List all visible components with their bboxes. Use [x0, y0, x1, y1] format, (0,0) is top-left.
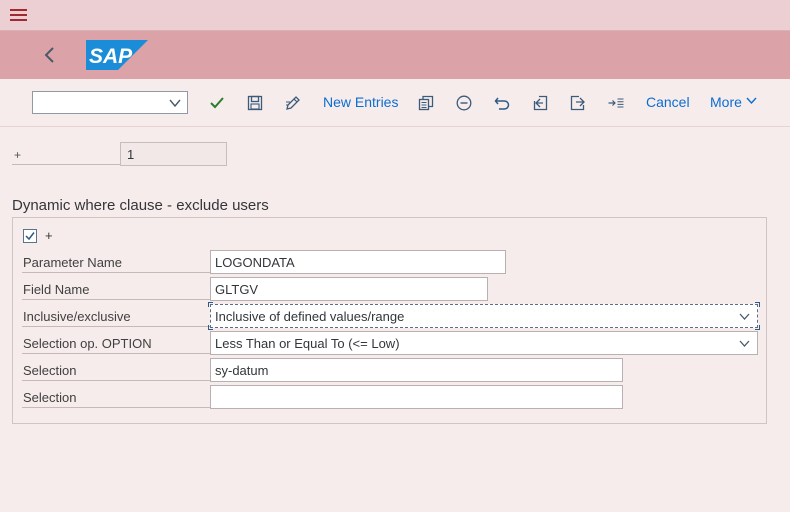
- focus-corner: [755, 325, 760, 330]
- focus-corner: [755, 302, 760, 307]
- app-header: SAP: [0, 31, 790, 79]
- checkbox[interactable]: [23, 229, 37, 243]
- next-icon[interactable]: [569, 93, 587, 113]
- selection-low-input[interactable]: sy-datum: [210, 358, 623, 382]
- selection-low-label: Selection: [22, 359, 210, 381]
- selection-option-value: Less Than or Equal To (<= Low): [215, 336, 400, 351]
- chevron-down-icon: [738, 310, 751, 326]
- shell-bar: [0, 0, 790, 31]
- checkbox-label: +: [45, 228, 53, 243]
- focus-corner: [208, 302, 213, 307]
- focus-corner: [208, 325, 213, 330]
- save-icon[interactable]: [246, 93, 264, 113]
- parameter-name-label: Parameter Name: [22, 251, 210, 273]
- section-title: Dynamic where clause - exclude users: [12, 197, 269, 214]
- command-field-dropdown[interactable]: [32, 91, 188, 114]
- undo-icon[interactable]: [493, 93, 511, 113]
- field-name-input[interactable]: GLTGV: [210, 277, 488, 301]
- field-name-label: Field Name: [22, 278, 210, 300]
- menu-icon[interactable]: [10, 8, 27, 22]
- copy-icon[interactable]: [417, 93, 435, 113]
- selection-high-label: Selection: [22, 386, 210, 408]
- previous-icon[interactable]: [531, 93, 549, 113]
- more-button[interactable]: More: [710, 94, 758, 110]
- selection-high-input[interactable]: [210, 385, 623, 409]
- inclusive-exclusive-value: Inclusive of defined values/range: [215, 309, 405, 324]
- edit-icon[interactable]: [284, 93, 302, 113]
- delete-icon[interactable]: [455, 93, 473, 113]
- toolbar: New Entries Cancel More: [0, 79, 790, 127]
- chevron-down-icon: [168, 96, 182, 115]
- chevron-down-icon: [745, 94, 758, 110]
- parameter-name-input[interactable]: LOGONDATA: [210, 250, 506, 274]
- selection-option-label: Selection op. OPTION: [22, 332, 210, 354]
- chevron-down-icon: [738, 337, 751, 353]
- sap-logo: SAP: [86, 40, 148, 75]
- svg-text:SAP: SAP: [89, 45, 133, 68]
- ruler-label: +: [12, 148, 120, 165]
- back-icon[interactable]: [42, 45, 58, 65]
- selection-option-select[interactable]: Less Than or Equal To (<= Low): [210, 331, 758, 355]
- indent-icon[interactable]: [607, 93, 625, 113]
- check-icon[interactable]: [208, 93, 226, 113]
- cancel-button[interactable]: Cancel: [646, 94, 690, 110]
- ruler-value-field: 1: [120, 142, 227, 166]
- inclusive-exclusive-label: Inclusive/exclusive: [22, 305, 210, 327]
- inclusive-exclusive-select[interactable]: Inclusive of defined values/range: [210, 304, 758, 328]
- new-entries-button[interactable]: New Entries: [323, 94, 398, 110]
- more-label: More: [710, 94, 742, 110]
